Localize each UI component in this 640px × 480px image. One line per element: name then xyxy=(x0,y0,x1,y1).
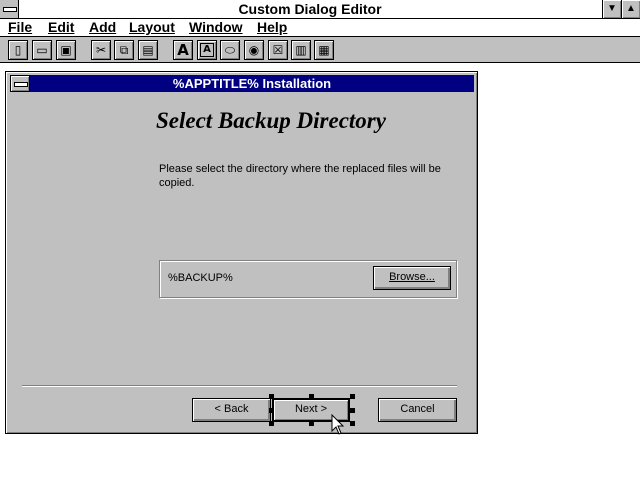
cut-scissors-icon[interactable]: ✂ xyxy=(91,40,111,60)
system-menu-icon[interactable] xyxy=(0,0,19,18)
selection-handle-left[interactable] xyxy=(269,408,274,413)
copy-icon[interactable]: ⧉ xyxy=(114,40,134,60)
app-title-bar[interactable]: Custom Dialog Editor ▼ ▲ xyxy=(0,0,640,19)
dialog-system-menu-icon[interactable] xyxy=(10,75,30,92)
menu-add-label: Add xyxy=(89,19,117,35)
browse-button-label: Browse... xyxy=(389,271,435,283)
dialog-separator xyxy=(22,385,457,387)
edit-field-tool-icon[interactable]: ▥ xyxy=(291,40,311,60)
dialog-window[interactable]: %APPTITLE% Installation Select Backup Di… xyxy=(5,71,478,434)
mouse-pointer-icon xyxy=(331,414,345,435)
minimize-icon[interactable]: ▼ xyxy=(602,0,621,18)
text-box-tool-glyph: A xyxy=(200,43,214,57)
dialog-heading[interactable]: Select Backup Directory xyxy=(156,106,456,136)
selection-handle-top-left[interactable] xyxy=(269,394,274,399)
menu-help-label: Help xyxy=(257,19,288,35)
text-box-tool-icon[interactable]: A xyxy=(197,40,217,60)
selection-handle-bottom-left[interactable] xyxy=(269,421,274,426)
menu-file[interactable]: File xyxy=(8,19,32,36)
menu-help[interactable]: Help xyxy=(257,19,287,36)
list-box-tool-icon[interactable]: ▦ xyxy=(314,40,334,60)
cancel-button[interactable]: Cancel xyxy=(378,398,457,422)
browse-button[interactable]: Browse... xyxy=(373,266,451,290)
backup-path-group[interactable]: %BACKUP% Browse... xyxy=(159,260,457,298)
paste-clipboard-icon[interactable]: ▤ xyxy=(138,40,158,60)
menu-window[interactable]: Window xyxy=(189,19,243,36)
menu-file-label: File xyxy=(8,19,33,35)
selection-handle-top[interactable] xyxy=(309,394,314,399)
menu-edit[interactable]: Edit xyxy=(48,19,74,36)
menu-window-label: Window xyxy=(189,19,243,35)
menu-layout-label: Layout xyxy=(129,19,175,35)
static-text-tool-icon[interactable]: A xyxy=(173,40,193,60)
backup-path-value[interactable]: %BACKUP% xyxy=(168,271,233,285)
button-tool-icon[interactable]: ⬭ xyxy=(220,40,240,60)
checkbox-tool-icon[interactable]: ☒ xyxy=(268,40,288,60)
app-title: Custom Dialog Editor xyxy=(238,1,382,17)
selection-handle-top-right[interactable] xyxy=(350,394,355,399)
menu-layout[interactable]: Layout xyxy=(129,19,175,36)
maximize-icon[interactable]: ▲ xyxy=(621,0,640,18)
selection-handle-bottom-right[interactable] xyxy=(350,421,355,426)
dialog-description[interactable]: Please select the directory where the re… xyxy=(159,162,459,190)
new-file-icon[interactable]: ▯ xyxy=(8,40,28,60)
save-disk-icon[interactable]: ▣ xyxy=(56,40,76,60)
radio-button-tool-icon[interactable]: ◉ xyxy=(244,40,264,60)
menu-add[interactable]: Add xyxy=(89,19,116,36)
menu-edit-label: Edit xyxy=(48,19,75,35)
selection-handle-bottom[interactable] xyxy=(309,421,314,426)
open-folder-icon[interactable]: ▭ xyxy=(32,40,52,60)
back-button[interactable]: < Back xyxy=(192,398,271,422)
menu-bar: File Edit Add Layout Window Help xyxy=(0,19,640,37)
selection-handle-right[interactable] xyxy=(350,408,355,413)
dialog-title[interactable]: %APPTITLE% Installation xyxy=(30,75,474,92)
toolbar: ▯ ▭ ▣ ✂ ⧉ ▤ A A ⬭ ◉ ☒ ▥ ▦ xyxy=(0,37,640,63)
